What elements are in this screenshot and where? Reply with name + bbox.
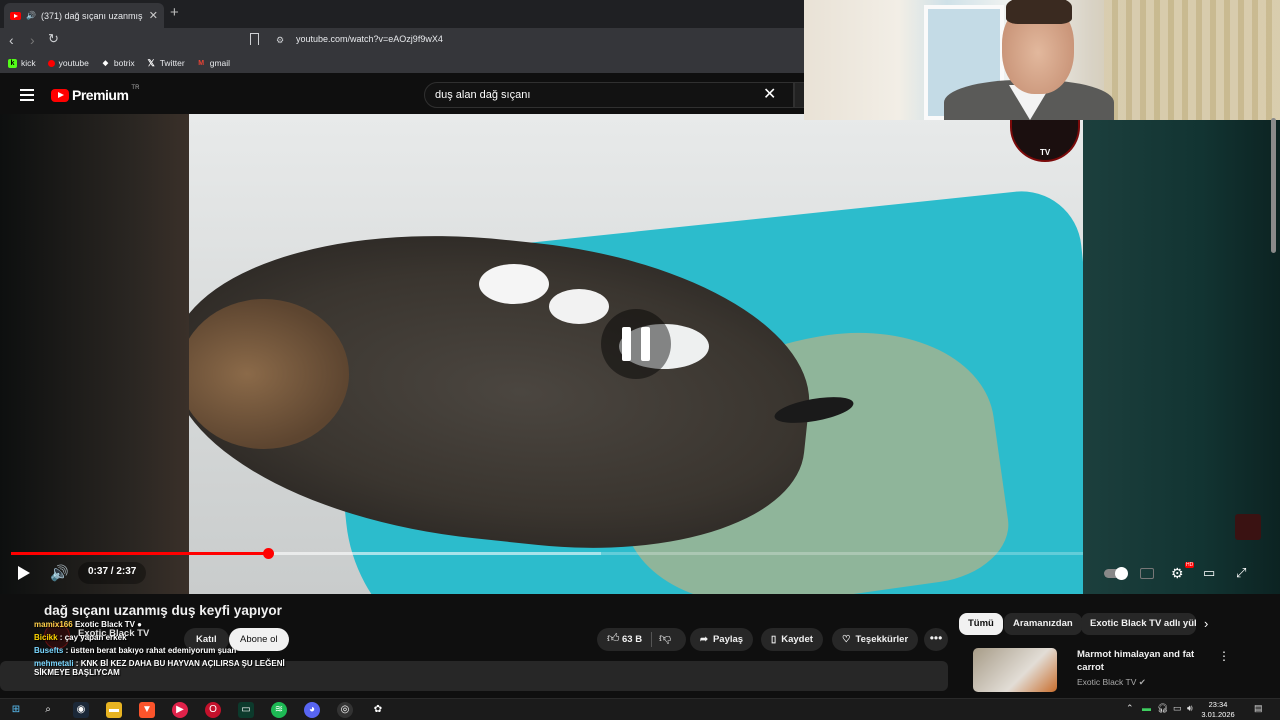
webcam-person-hair xyxy=(1006,0,1072,24)
notifications-icon[interactable]: ▤ xyxy=(1254,703,1263,714)
clear-search-icon[interactable]: ✕ xyxy=(763,84,776,104)
x-icon: 𝕏 xyxy=(147,57,155,68)
youtube-favicon-icon xyxy=(10,11,21,20)
close-tab-icon[interactable]: ✕ xyxy=(149,9,158,22)
dislike-icon[interactable]: 👎︎ xyxy=(659,631,671,646)
volume-icon[interactable]: 🔊 xyxy=(50,564,69,582)
steam-icon[interactable]: ◉ xyxy=(73,702,89,718)
volume-tray-icon[interactable]: 🔊︎ xyxy=(1187,703,1193,714)
tray-app-icon[interactable]: ▬ xyxy=(1142,703,1151,713)
bookmark-kick[interactable]: k kick xyxy=(8,58,36,68)
foam xyxy=(549,289,609,324)
thanks-button[interactable]: ♡ Teşekkürler xyxy=(832,628,919,651)
related-video-menu-icon[interactable]: ⋮ xyxy=(1218,649,1230,663)
like-dislike-group: 👍︎ 63 B 👎︎ xyxy=(597,628,686,651)
page-scrollbar[interactable] xyxy=(1271,118,1276,253)
windows-start-icon[interactable]: ⊞ xyxy=(8,702,24,718)
time-display: 0:37 / 2:37 xyxy=(78,562,147,584)
progress-bar[interactable] xyxy=(11,548,1083,559)
reload-icon[interactable]: ↻ xyxy=(48,31,59,47)
gmail-icon: M xyxy=(198,59,205,67)
related-video-channel: Exotic Black TV ✔ xyxy=(1077,677,1146,687)
settings-gear-icon[interactable]: ⚙ xyxy=(1171,565,1184,582)
verified-icon: ✔ xyxy=(1138,677,1146,687)
share-button[interactable]: ➦ Paylaş xyxy=(690,628,754,651)
file-explorer-icon[interactable]: ▬ xyxy=(106,702,122,718)
botrix-icon: ◆ xyxy=(102,59,109,67)
search-icon[interactable]: ⌕ xyxy=(40,702,56,718)
play-icon[interactable] xyxy=(18,566,30,580)
network-icon[interactable]: ▭ xyxy=(1173,703,1182,714)
kick-icon: k xyxy=(8,58,17,68)
chat-message: mamix166 Exotic Black TV ● xyxy=(34,620,143,629)
tab-title: (371) dağ sıçanı uzanmış duş xyxy=(40,10,144,21)
fullscreen-icon[interactable]: ⤢ xyxy=(1236,565,1246,581)
bookmark-gmail[interactable]: M gmail xyxy=(197,58,230,68)
webcam-curtain xyxy=(1104,0,1280,120)
chat-message: Bicikk : çay yapan erkek xyxy=(34,633,127,642)
chip-channel-uploads[interactable]: Exotic Black TV adlı yük xyxy=(1081,613,1196,635)
share-icon: ➦ xyxy=(700,634,708,645)
stream-chat-overlay: mamix166 Exotic Black TV ● Bicikk : çay … xyxy=(34,620,304,681)
chip-all[interactable]: Tümü xyxy=(959,613,1003,635)
chip-from-search[interactable]: Aramanızdan xyxy=(1004,613,1082,635)
speaker-icon: 🔊 xyxy=(26,11,36,20)
chat-message: Busefts : üstten berat bakıyo rahat edem… xyxy=(34,646,237,655)
theater-mode-icon[interactable]: ▭ xyxy=(1203,565,1215,581)
windows-taskbar: ⊞ ⌕ ◉ ▬ ▼ ▶ O ▭ ≋ ◕ ◎ ✿ ⌃ ▬ 🎧︎ ▭ 🔊︎ 23:3… xyxy=(0,698,1280,720)
bookmark-youtube[interactable]: youtube xyxy=(47,58,89,68)
hd-badge: HD xyxy=(1185,562,1195,568)
forward-icon[interactable]: › xyxy=(30,32,35,48)
foam xyxy=(479,264,549,304)
headset-icon[interactable]: 🎧︎ xyxy=(1157,703,1168,714)
end-card-thumbnail[interactable] xyxy=(1235,514,1261,540)
save-button[interactable]: ▯ Kaydet xyxy=(761,628,823,651)
menu-icon[interactable] xyxy=(20,89,34,104)
thanks-heart-icon: ♡ xyxy=(842,634,851,645)
spotify-icon[interactable]: ≋ xyxy=(271,702,287,718)
youtube-icon xyxy=(47,59,55,67)
bookmark-botrix[interactable]: ◆ botrix xyxy=(101,58,135,68)
autoplay-toggle[interactable] xyxy=(1104,567,1128,580)
back-icon[interactable]: ‹ xyxy=(9,32,14,48)
tray-chevron-icon[interactable]: ⌃ xyxy=(1126,703,1134,714)
media-player-icon[interactable]: ▶ xyxy=(172,702,188,718)
subtitles-icon[interactable] xyxy=(1140,568,1154,579)
search-input[interactable]: duş alan dağ sıçanı xyxy=(424,82,794,108)
url-input[interactable]: youtube.com/watch?v=eAOzj9f9wX4 xyxy=(296,34,443,44)
chat-message: mehmetali : KNK Bİ KEZ DAHA BU HAYVAN AÇ… xyxy=(34,659,285,677)
brave-icon[interactable]: ▼ xyxy=(139,702,155,718)
like-icon[interactable]: 👍︎ xyxy=(607,631,620,646)
opera-icon[interactable]: O xyxy=(205,702,221,718)
obs-icon[interactable]: ◎ xyxy=(337,702,353,718)
divider xyxy=(651,632,652,647)
youtube-logo-icon xyxy=(51,88,69,102)
related-video-thumbnail[interactable] xyxy=(973,648,1057,692)
ambient-blur-left xyxy=(0,114,189,594)
related-video-title[interactable]: Marmot himalayan and fat carrot xyxy=(1077,648,1207,674)
terminal-icon[interactable]: ▭ xyxy=(238,702,254,718)
discord-icon[interactable]: ◕ xyxy=(304,702,320,718)
like-count[interactable]: 63 B xyxy=(622,634,642,645)
pause-overlay-icon[interactable] xyxy=(601,309,671,379)
more-actions-icon[interactable]: ••• xyxy=(924,628,948,651)
video-title: dağ sıçanı uzanmış duş keyfi yapıyor xyxy=(44,603,282,618)
browser-tab[interactable]: 🔊 (371) dağ sıçanı uzanmış duş ✕ xyxy=(4,3,164,28)
webcam-overlay xyxy=(804,0,1280,120)
youtube-premium-logo[interactable]: Premium TR xyxy=(51,85,139,103)
chevron-right-icon[interactable]: › xyxy=(1204,616,1208,631)
site-info-icon[interactable]: ⚙ xyxy=(276,35,284,46)
bookmark-icon: ▯ xyxy=(771,634,777,645)
video-player[interactable]: TV 🔊 0:37 / 2:37 ⚙ HD ▭ ⤢ xyxy=(0,114,1280,594)
bookmark-twitter[interactable]: 𝕏 Twitter xyxy=(147,58,185,68)
app-icon[interactable]: ✿ xyxy=(370,702,386,718)
progress-played xyxy=(11,552,269,555)
bookmark-icon[interactable] xyxy=(250,33,259,45)
system-clock[interactable]: 23:34 3.01.2026 xyxy=(1200,700,1236,720)
new-tab-button[interactable]: + xyxy=(170,4,179,21)
